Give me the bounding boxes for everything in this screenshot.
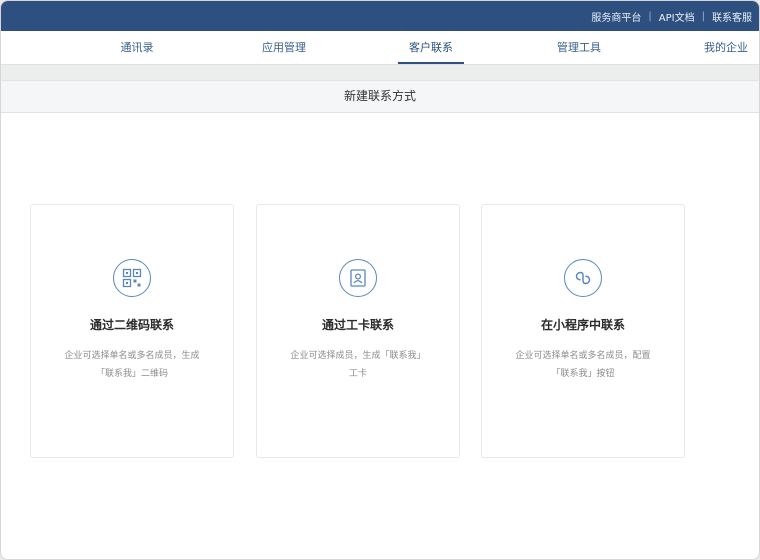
card-title: 通过工卡联系 bbox=[321, 318, 394, 332]
card-desc-line: 企业可选择单名或多名成员，生成 bbox=[64, 351, 200, 361]
card-description: 企业可选择单名或多名成员，生成 「联系我」二维码 bbox=[57, 347, 207, 383]
tab-customer-contact[interactable]: 客户联系 bbox=[391, 31, 471, 65]
api-docs-link[interactable]: API文档 bbox=[652, 9, 702, 24]
tab-contacts[interactable]: 通讯录 bbox=[97, 31, 177, 65]
card-desc-line: 「联系我」按钮 bbox=[551, 369, 615, 379]
card-title: 通过二维码联系 bbox=[89, 318, 174, 332]
badge-icon bbox=[339, 259, 377, 297]
tab-management-tools[interactable]: 管理工具 bbox=[539, 31, 619, 65]
card-description: 企业可选择成员，生成「联系我」 工卡 bbox=[283, 347, 433, 383]
service-provider-link[interactable]: 服务商平台 bbox=[584, 9, 648, 24]
tab-app-management[interactable]: 应用管理 bbox=[244, 31, 324, 65]
card-description: 企业可选择单名或多名成员，配置 「联系我」按钮 bbox=[508, 347, 658, 383]
card-desc-line: 企业可选择单名或多名成员，配置 bbox=[515, 351, 651, 361]
main-nav: 通讯录 应用管理 客户联系 管理工具 我的企业 bbox=[1, 31, 759, 65]
card-title: 在小程序中联系 bbox=[540, 318, 625, 332]
main-content: 通过二维码联系 企业可选择单名或多名成员，生成 「联系我」二维码 通过工卡联系 … bbox=[1, 113, 759, 559]
top-bar: 服务商平台 | API文档 | 联系客服 bbox=[1, 1, 759, 31]
badge-contact-card[interactable]: 通过工卡联系 企业可选择成员，生成「联系我」 工卡 bbox=[256, 204, 460, 458]
contact-support-link[interactable]: 联系客服 bbox=[705, 9, 759, 24]
page-title: 新建联系方式 bbox=[1, 81, 759, 113]
qr-code-contact-card[interactable]: 通过二维码联系 企业可选择单名或多名成员，生成 「联系我」二维码 bbox=[30, 204, 234, 458]
card-desc-line: 「联系我」二维码 bbox=[95, 369, 168, 379]
qr-code-icon bbox=[113, 259, 151, 297]
tab-my-enterprise[interactable]: 我的企业 bbox=[686, 31, 759, 65]
app-window: 服务商平台 | API文档 | 联系客服 通讯录 应用管理 客户联系 管理工具 … bbox=[0, 0, 760, 560]
mini-program-contact-card[interactable]: 在小程序中联系 企业可选择单名或多名成员，配置 「联系我」按钮 bbox=[481, 204, 685, 458]
gray-band bbox=[1, 65, 759, 81]
mini-program-icon bbox=[564, 259, 602, 297]
card-desc-line: 工卡 bbox=[348, 369, 367, 379]
card-desc-line: 企业可选择成员，生成「联系我」 bbox=[290, 351, 426, 361]
